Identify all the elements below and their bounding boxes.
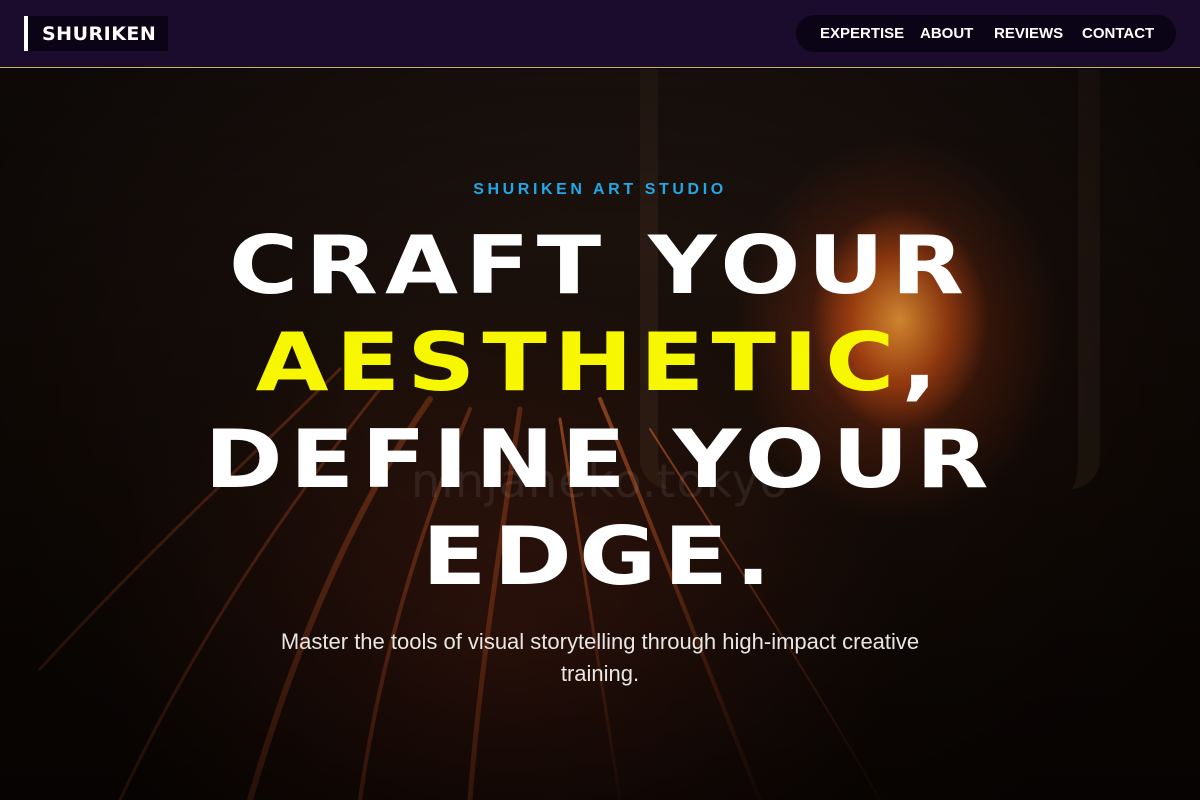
hero-section: ninjaneko.tokyo SHURIKEN ART STUDIO CRAF…	[0, 69, 1200, 800]
hero-subtitle: Master the tools of visual storytelling …	[280, 629, 920, 686]
headline-line-1: CRAFT YOUR	[228, 219, 972, 312]
logo[interactable]: SHURIKEN	[24, 16, 169, 51]
site-header: SHURIKEN EXPERTISE ABOUT REVIEWS CONTACT	[0, 0, 1200, 68]
headline-highlight: AESTHETIC	[255, 316, 902, 409]
headline-line-3: DEFINE YOUR	[204, 413, 996, 506]
headline-line-4: EDGE.	[421, 510, 779, 603]
hero-headline: CRAFT YOUR AESTHETIC, DEFINE YOUR EDGE.	[0, 217, 1200, 605]
headline-line-2: AESTHETIC,	[0, 314, 1200, 411]
main-nav: EXPERTISE ABOUT REVIEWS CONTACT	[796, 15, 1176, 52]
headline-line-2-rest: ,	[901, 316, 945, 409]
nav-link-expertise[interactable]: EXPERTISE	[820, 15, 904, 52]
hero-eyebrow: SHURIKEN ART STUDIO	[473, 181, 727, 198]
nav-link-reviews[interactable]: REVIEWS	[994, 15, 1063, 52]
nav-link-contact[interactable]: CONTACT	[1082, 15, 1154, 52]
nav-link-about[interactable]: ABOUT	[920, 15, 973, 52]
